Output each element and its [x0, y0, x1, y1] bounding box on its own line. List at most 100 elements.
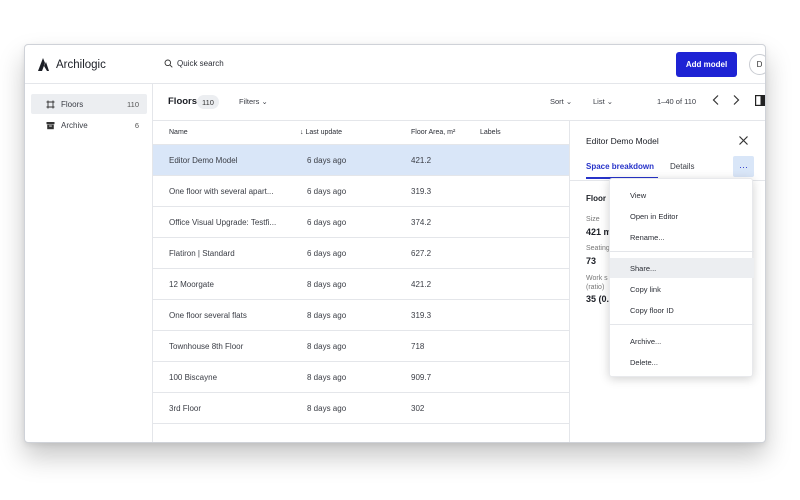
chevron-left-icon[interactable] [711, 94, 721, 106]
row-last-update: 6 days ago [307, 187, 347, 196]
floors-count-badge: 110 [197, 95, 219, 109]
size-value: 421 m [586, 227, 612, 237]
column-header-name[interactable]: Name [169, 129, 188, 136]
app-logo[interactable]: Archilogic [37, 57, 106, 72]
menu-item-rename[interactable]: Rename... [610, 227, 754, 247]
sidebar: Floors 110 Archive 6 [25, 84, 153, 442]
sidebar-item-count: 6 [134, 120, 139, 130]
row-name: Editor Demo Model [169, 156, 238, 165]
quick-search-label: Quick search [177, 59, 224, 68]
table-row[interactable]: Townhouse 8th Floor 8 days ago 718 [153, 331, 569, 362]
ratio-label: (ratio) [586, 284, 605, 291]
floors-table: Name ↓ Last update Floor Area, m² Labels… [153, 121, 569, 442]
sidebar-item-label: Floors [61, 99, 84, 109]
close-icon[interactable] [738, 135, 749, 146]
row-name: Flatiron | Standard [169, 249, 235, 258]
filters-button[interactable]: Filters ⌄ [239, 97, 268, 106]
row-floor-area: 319.3 [411, 187, 432, 196]
divider [610, 251, 754, 252]
chevron-down-icon: ⌄ [606, 97, 614, 106]
row-floor-area: 909.7 [411, 373, 432, 382]
row-floor-area: 319.3 [411, 311, 432, 320]
floor-plan-icon [45, 99, 55, 109]
sidebar-item-count: 110 [127, 99, 139, 109]
top-bar: Archilogic Quick search Add model D [25, 45, 765, 84]
sort-button[interactable]: Sort ⌄ [550, 97, 572, 106]
table-row[interactable]: One floor several flats 8 days ago 319.3 [153, 300, 569, 331]
chevron-right-icon[interactable] [731, 94, 741, 106]
panel-title: Editor Demo Model [586, 136, 659, 146]
row-last-update: 8 days ago [307, 311, 347, 320]
work-value: 35 (0. [586, 294, 610, 304]
row-floor-area: 627.2 [411, 249, 432, 258]
view-mode-label: List [593, 97, 605, 106]
row-last-update: 8 days ago [307, 373, 347, 382]
column-header-last-update[interactable]: ↓ Last update [300, 129, 342, 136]
row-name: One floor with several apart... [169, 187, 274, 196]
menu-item-open-in-editor[interactable]: Open in Editor [610, 206, 754, 226]
search-icon [164, 59, 173, 68]
app-name: Archilogic [56, 58, 106, 71]
more-options-button[interactable]: ··· [733, 156, 754, 177]
table-row[interactable]: One floor with several apart... 6 days a… [153, 176, 569, 207]
archilogic-logo-icon [38, 58, 49, 71]
row-last-update: 6 days ago [307, 156, 347, 165]
row-name: Townhouse 8th Floor [169, 342, 244, 351]
size-label: Size [586, 216, 600, 223]
menu-item-copy-link[interactable]: Copy link [610, 279, 754, 299]
sidebar-item-archive[interactable]: Archive 6 [31, 115, 147, 135]
row-floor-area: 421.2 [411, 156, 432, 165]
row-name: Office Visual Upgrade: Testfi... [169, 218, 277, 227]
quick-search[interactable]: Quick search [164, 59, 224, 68]
menu-item-view[interactable]: View [610, 185, 754, 205]
chevron-down-icon: ⌄ [261, 97, 268, 106]
row-name: One floor several flats [169, 311, 247, 320]
table-row[interactable]: Office Visual Upgrade: Testfi... 6 days … [153, 207, 569, 238]
row-floor-area: 718 [411, 342, 425, 351]
row-last-update: 8 days ago [307, 404, 347, 413]
chevron-down-icon: ⌄ [565, 97, 573, 106]
table-row[interactable]: 100 Biscayne 8 days ago 909.7 [153, 362, 569, 393]
divider [610, 324, 754, 325]
menu-item-copy-floor-id[interactable]: Copy floor ID [610, 300, 754, 320]
table-row[interactable]: 12 Moorgate 8 days ago 421.2 [153, 269, 569, 300]
work-label: Work s [586, 275, 608, 282]
table-row[interactable]: Editor Demo Model 6 days ago 421.2 [153, 145, 569, 176]
table-header: Name ↓ Last update Floor Area, m² Labels [153, 121, 569, 145]
add-model-button[interactable]: Add model [676, 52, 737, 77]
table-row[interactable]: 3rd Floor 8 days ago 302 [153, 393, 569, 424]
more-options-menu: View Open in Editor Rename... Share... C… [609, 178, 754, 377]
row-name: 3rd Floor [169, 404, 202, 413]
seating-value: 73 [586, 256, 597, 266]
panel-section-title: Floor [586, 194, 606, 203]
row-name: 12 Moorgate [169, 280, 214, 289]
menu-item-archive[interactable]: Archive... [610, 331, 754, 351]
row-name: 100 Biscayne [169, 373, 218, 382]
sidebar-item-label: Archive [61, 120, 88, 130]
column-header-floor-area[interactable]: Floor Area, m² [411, 129, 455, 136]
sort-label: Sort [550, 97, 564, 106]
tab-details[interactable]: Details [670, 162, 694, 171]
pagination-info: 1–40 of 110 [657, 97, 697, 106]
sidebar-item-floors[interactable]: Floors 110 [31, 94, 147, 114]
tab-space-breakdown[interactable]: Space breakdown [586, 162, 654, 171]
menu-item-delete[interactable]: Delete... [610, 352, 754, 372]
view-mode-button[interactable]: List ⌄ [593, 97, 613, 106]
page-title: Floors [168, 96, 198, 107]
column-header-labels[interactable]: Labels [480, 129, 501, 136]
menu-item-share[interactable]: Share... [610, 258, 754, 278]
filters-label: Filters [239, 97, 260, 106]
seating-label: Seating [586, 245, 610, 252]
user-avatar[interactable]: D [749, 54, 765, 75]
list-fade-overlay [153, 428, 569, 442]
row-floor-area: 374.2 [411, 218, 432, 227]
archive-box-icon [45, 120, 55, 130]
row-last-update: 6 days ago [307, 249, 347, 258]
side-panel-toggle-icon[interactable] [755, 95, 766, 106]
row-last-update: 8 days ago [307, 342, 347, 351]
table-row[interactable]: Flatiron | Standard 6 days ago 627.2 [153, 238, 569, 269]
row-floor-area: 302 [411, 404, 425, 413]
row-last-update: 6 days ago [307, 218, 347, 227]
list-header: Floors 110 Filters ⌄ Sort ⌄ List ⌄ 1–40 … [153, 84, 766, 121]
row-floor-area: 421.2 [411, 280, 432, 289]
